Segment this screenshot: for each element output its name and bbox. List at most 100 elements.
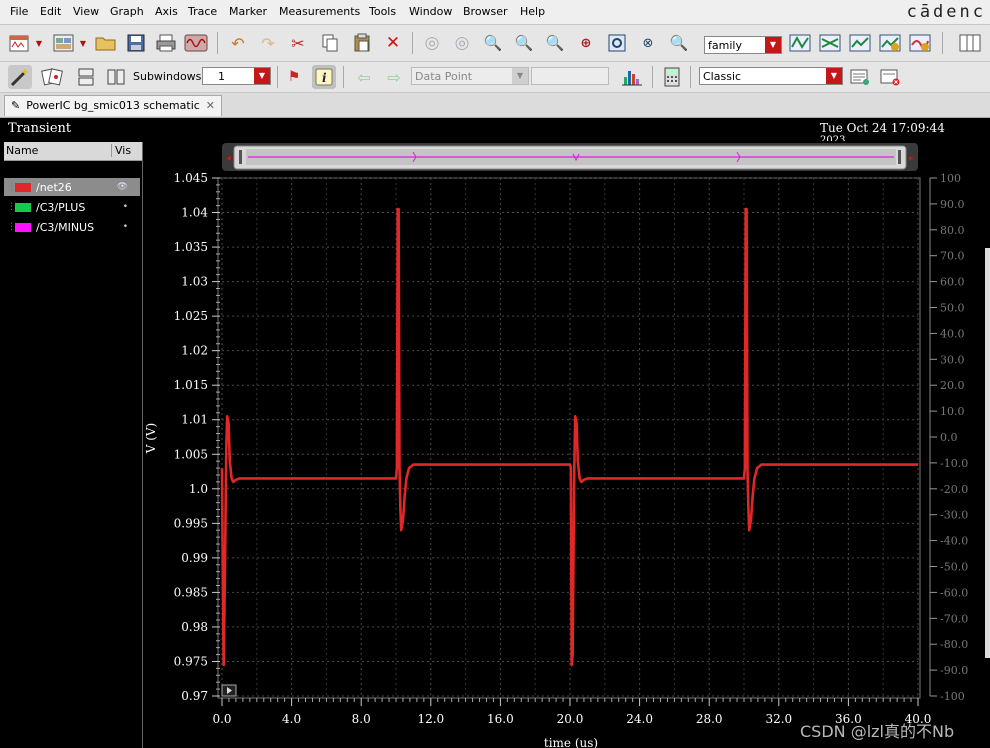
new-window-dropdown-icon[interactable]: ▼ bbox=[32, 31, 46, 55]
chevron-down-icon: ▼ bbox=[254, 68, 270, 84]
y2-tick-label: 50.0 bbox=[940, 302, 965, 315]
menu-graph[interactable]: Graph bbox=[110, 5, 144, 18]
trace-line[interactable] bbox=[220, 207, 918, 667]
subwindows-select[interactable]: 1 ▼ bbox=[202, 67, 271, 85]
y-tick-label: 0.985 bbox=[174, 585, 208, 599]
style-select-value: Classic bbox=[703, 70, 742, 83]
zoom-in-icon[interactable]: 🔍 bbox=[481, 31, 505, 55]
zoom-box-icon[interactable] bbox=[605, 31, 629, 55]
menu-axis[interactable]: Axis bbox=[155, 5, 178, 18]
y-axis-right: -100 -90.0 -80.0 -70.0 -60.0 -50.0 -40.0 -30.0 -… bbox=[929, 172, 968, 703]
scroller-right-handle[interactable] bbox=[898, 150, 901, 164]
x-tick-label: 32.0 bbox=[765, 712, 792, 726]
toolbar-separator bbox=[217, 32, 218, 54]
y2-tick-label: 90.0 bbox=[940, 198, 965, 211]
waveform-print-icon[interactable] bbox=[184, 31, 208, 55]
x-tick-label: 12.0 bbox=[417, 712, 444, 726]
split-chart-icon[interactable] bbox=[818, 31, 842, 55]
csdn-watermark: CSDN @lzl真的不Nb bbox=[800, 722, 955, 741]
layout-dropdown-icon[interactable]: ▼ bbox=[76, 31, 90, 55]
y2-tick-label: 0.0 bbox=[940, 431, 958, 444]
data-point-value-field[interactable] bbox=[531, 67, 609, 85]
scroller-left-handle[interactable] bbox=[239, 150, 242, 164]
copy-icon[interactable] bbox=[318, 31, 342, 55]
calculator-icon[interactable] bbox=[660, 65, 684, 89]
open-folder-icon[interactable] bbox=[94, 31, 118, 55]
close-window-icon[interactable] bbox=[878, 65, 902, 89]
zoom-x-icon[interactable]: ⊕ bbox=[574, 31, 598, 55]
stack-horizontal-icon[interactable] bbox=[74, 65, 98, 89]
waveform-plot[interactable]: ◂ ▸ 0.97 0.975 0.98 0.985 0.99 0.995 1.0 1.005 1… bbox=[0, 118, 990, 748]
strip-chart-icon[interactable] bbox=[788, 31, 812, 55]
menu-help[interactable]: Help bbox=[520, 5, 545, 18]
save-icon[interactable] bbox=[124, 31, 148, 55]
y2-tick-label: 10.0 bbox=[940, 405, 965, 418]
menu-measurements[interactable]: Measurements bbox=[279, 5, 360, 18]
zoom-y-icon[interactable]: ⊗ bbox=[636, 31, 660, 55]
traces[interactable] bbox=[220, 207, 918, 667]
menu-browser[interactable]: Browser bbox=[463, 5, 508, 18]
histogram-icon[interactable] bbox=[620, 65, 644, 89]
y2-tick-label: -40.0 bbox=[940, 535, 968, 548]
play-icon[interactable] bbox=[221, 684, 237, 697]
zoom-disabled-icon[interactable]: 🔍 bbox=[667, 31, 691, 55]
y2-tick-label: -90.0 bbox=[940, 664, 968, 677]
info-icon[interactable]: i bbox=[312, 65, 336, 89]
trace-chart-icon[interactable] bbox=[848, 31, 872, 55]
redo-icon[interactable]: ↷ bbox=[256, 31, 280, 55]
print-icon[interactable] bbox=[154, 31, 178, 55]
x-tick-label: 4.0 bbox=[282, 712, 301, 726]
plot-grid bbox=[221, 177, 919, 697]
menu-file[interactable]: File bbox=[10, 5, 28, 18]
y-tick-label: 1.045 bbox=[174, 171, 208, 185]
y2-tick-label: -100 bbox=[940, 690, 965, 703]
menu-trace[interactable]: Trace bbox=[188, 5, 217, 18]
x-axis-scroller[interactable]: ◂ ▸ bbox=[222, 143, 918, 171]
data-point-select[interactable]: Data Point ▼ bbox=[411, 67, 529, 85]
toolbar-separator bbox=[343, 66, 344, 88]
menu-tools[interactable]: Tools bbox=[369, 5, 396, 18]
menu-window[interactable]: Window bbox=[409, 5, 452, 18]
zoom-fit-icon[interactable]: 🔍 bbox=[543, 31, 567, 55]
magic-wand-icon[interactable] bbox=[8, 65, 32, 89]
y-tick-label: 1.005 bbox=[174, 447, 208, 461]
menu-view[interactable]: View bbox=[73, 5, 99, 18]
add-chart-icon[interactable] bbox=[878, 31, 902, 55]
toolbar-separator bbox=[652, 66, 653, 88]
next-point-icon[interactable]: ⇨ bbox=[382, 65, 406, 89]
delete-icon[interactable]: ✕ bbox=[381, 31, 405, 55]
paste-icon[interactable] bbox=[350, 31, 374, 55]
close-icon[interactable]: ✕ bbox=[206, 96, 215, 116]
y2-tick-label: 40.0 bbox=[940, 327, 965, 340]
cut-icon[interactable]: ✂ bbox=[286, 31, 310, 55]
y-tick-label: 1.035 bbox=[174, 240, 208, 254]
font-family-select[interactable]: family ▼ bbox=[704, 36, 782, 54]
menu-marker[interactable]: Marker bbox=[229, 5, 267, 18]
flag-icon[interactable]: ⚑ bbox=[282, 65, 306, 89]
add-subwindow-icon[interactable] bbox=[908, 31, 932, 55]
cards-icon[interactable] bbox=[40, 65, 64, 89]
style-select[interactable]: Classic ▼ bbox=[699, 67, 843, 85]
layout-icon[interactable] bbox=[52, 31, 76, 55]
y-tick-label: 1.02 bbox=[181, 344, 208, 358]
window-list-icon[interactable] bbox=[848, 65, 872, 89]
zoom-previous-icon[interactable]: ◎ bbox=[420, 31, 444, 55]
new-window-icon[interactable] bbox=[8, 31, 32, 55]
y-axis-left: 0.97 0.975 0.98 0.985 0.99 0.995 1.0 1.005 1.01 1… bbox=[174, 171, 220, 703]
zoom-out-icon[interactable]: 🔍 bbox=[512, 31, 536, 55]
y-tick-label: 0.98 bbox=[181, 620, 208, 634]
menu-edit[interactable]: Edit bbox=[40, 5, 61, 18]
undo-icon[interactable]: ↶ bbox=[226, 31, 250, 55]
zoom-next-icon[interactable]: ◎ bbox=[450, 31, 474, 55]
y-tick-label: 0.99 bbox=[181, 551, 208, 565]
y2-tick-label: 100 bbox=[940, 172, 961, 185]
stack-vertical-icon[interactable] bbox=[104, 65, 128, 89]
scroll-right-icon[interactable]: ▸ bbox=[909, 153, 914, 164]
grid-layout-icon[interactable] bbox=[958, 31, 982, 55]
y-tick-label: 0.995 bbox=[174, 516, 208, 530]
y-tick-label: 1.03 bbox=[181, 275, 208, 289]
previous-point-icon[interactable]: ⇦ bbox=[352, 65, 376, 89]
x-tick-label: 24.0 bbox=[626, 712, 653, 726]
tab-powerIC-schematic[interactable]: ✎ PowerIC bg_smic013 schematic ✕ bbox=[4, 95, 223, 116]
scroll-left-icon[interactable]: ◂ bbox=[226, 153, 231, 164]
